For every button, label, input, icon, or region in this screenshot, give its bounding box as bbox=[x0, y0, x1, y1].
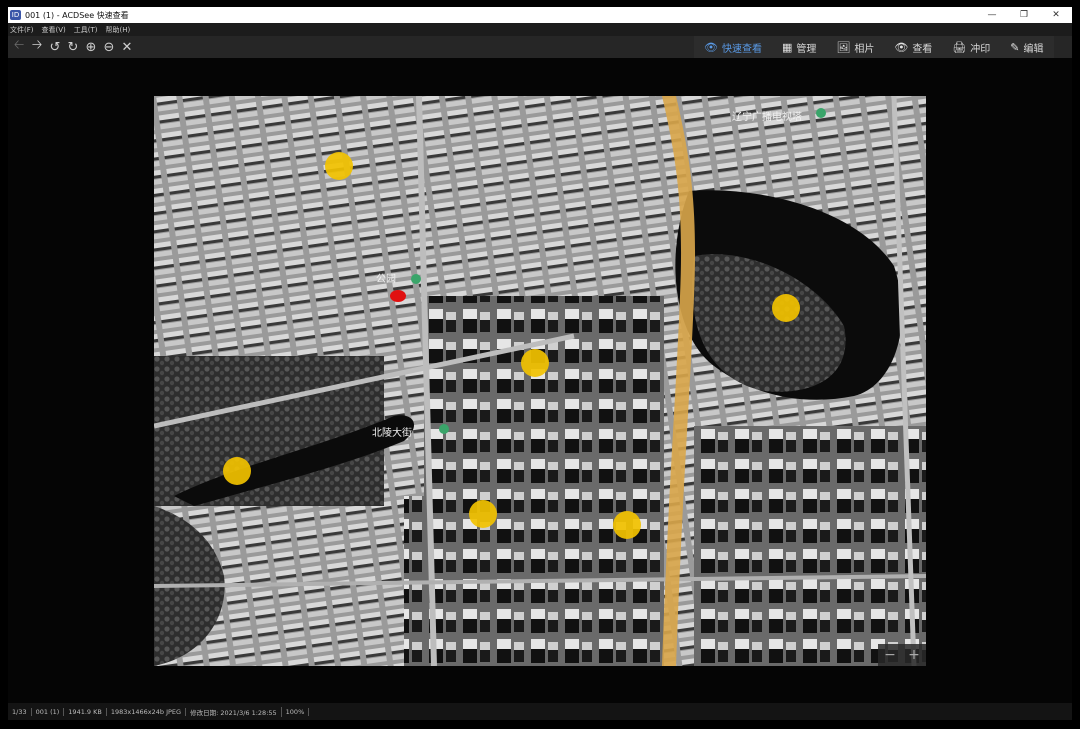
maximize-button[interactable]: ❐ bbox=[1008, 7, 1040, 23]
eye-icon: 👁 bbox=[894, 40, 909, 54]
zoom-out-icon[interactable]: ⊖ bbox=[100, 38, 118, 56]
toolbar: 🡠 🡢 ↺ ↻ ⊕ ⊖ ✕ 👁 快速查看 ▦ 管理 🖼 相片 👁 查看 🖨 冲印… bbox=[8, 36, 1072, 58]
status-modified: 修改日期: 2021/3/6 1:28:55 bbox=[186, 706, 282, 717]
window-title: 001 (1) - ACDSee 快速查看 bbox=[25, 10, 129, 20]
close-image-icon[interactable]: ✕ bbox=[118, 38, 136, 56]
label-tv-tower: 辽宁广播电视塔 bbox=[732, 110, 802, 123]
acdsee-app-icon: ID bbox=[10, 10, 21, 20]
mode-label: 管理 bbox=[796, 43, 817, 55]
rotate-right-icon[interactable]: ↻ bbox=[64, 38, 82, 56]
status-dimensions: 1983x1466x24b JPEG bbox=[107, 707, 187, 716]
label-park: 公园 bbox=[376, 273, 396, 285]
close-window-button[interactable]: ✕ bbox=[1040, 7, 1072, 23]
back-arrow-icon[interactable]: 🡠 bbox=[10, 38, 28, 56]
label-street: 北陵大街 bbox=[372, 426, 412, 439]
menu-tools[interactable]: 工具(T) bbox=[74, 25, 98, 35]
image-viewer[interactable]: 辽宁广播电视塔 公园 北陵大街 − + bbox=[8, 58, 1072, 703]
forward-arrow-icon[interactable]: 🡢 bbox=[28, 38, 46, 56]
status-zoom[interactable]: 100% bbox=[282, 707, 310, 716]
mode-edit[interactable]: ✎ 编辑 bbox=[1000, 36, 1053, 58]
window-controls: — ❐ ✕ bbox=[976, 7, 1072, 23]
printer-icon: 🖨 bbox=[952, 40, 967, 54]
app-window: ID 001 (1) - ACDSee 快速查看 — ❐ ✕ 文件(F) 查看(… bbox=[8, 7, 1072, 720]
status-filename: 001 (1) bbox=[32, 707, 65, 716]
minimize-button[interactable]: — bbox=[976, 7, 1008, 23]
mode-view[interactable]: 👁 查看 bbox=[884, 36, 942, 58]
menu-view[interactable]: 查看(V) bbox=[42, 25, 66, 35]
menu-help[interactable]: 帮助(H) bbox=[106, 25, 131, 35]
rotate-left-icon[interactable]: ↺ bbox=[46, 38, 64, 56]
eye-icon: 👁 bbox=[704, 40, 718, 54]
grid-icon: ▦ bbox=[781, 40, 793, 54]
mode-label: 查看 bbox=[912, 43, 933, 55]
zoom-in-icon[interactable]: ⊕ bbox=[82, 38, 100, 56]
zoom-plus-button[interactable]: + bbox=[902, 644, 926, 666]
title-bar[interactable]: ID 001 (1) - ACDSee 快速查看 — ❐ ✕ bbox=[8, 7, 1072, 23]
mode-label: 相片 bbox=[854, 43, 875, 55]
status-filesize: 1941.9 KB bbox=[64, 707, 107, 716]
mode-quick-view[interactable]: 👁 快速查看 bbox=[694, 36, 772, 58]
satellite-map-drawing: 辽宁广播电视塔 公园 北陵大街 bbox=[154, 96, 926, 666]
menu-file[interactable]: 文件(F) bbox=[10, 25, 34, 35]
mode-label: 冲印 bbox=[970, 43, 991, 55]
mode-manage[interactable]: ▦ 管理 bbox=[772, 36, 826, 58]
mode-photos[interactable]: 🖼 相片 bbox=[826, 36, 884, 58]
mode-print[interactable]: 🖨 冲印 bbox=[942, 36, 1000, 58]
mode-tabs: 👁 快速查看 ▦ 管理 🖼 相片 👁 查看 🖨 冲印 ✎ 编辑 bbox=[694, 36, 1054, 58]
nav-toolbar: 🡠 🡢 ↺ ↻ ⊕ ⊖ ✕ bbox=[10, 36, 136, 58]
zoom-control: − + bbox=[878, 644, 926, 666]
mode-label: 编辑 bbox=[1023, 43, 1044, 55]
photos-icon: 🖼 bbox=[836, 40, 851, 54]
zoom-minus-button[interactable]: − bbox=[878, 644, 902, 666]
menu-bar: 文件(F) 查看(V) 工具(T) 帮助(H) bbox=[8, 23, 1072, 36]
status-bar: 1/33 001 (1) 1941.9 KB 1983x1466x24b JPE… bbox=[8, 703, 1072, 720]
status-index: 1/33 bbox=[8, 707, 32, 716]
edit-icon: ✎ bbox=[1010, 40, 1020, 54]
mode-label: 快速查看 bbox=[721, 43, 762, 55]
satellite-map-image[interactable]: 辽宁广播电视塔 公园 北陵大街 − + bbox=[154, 96, 926, 666]
